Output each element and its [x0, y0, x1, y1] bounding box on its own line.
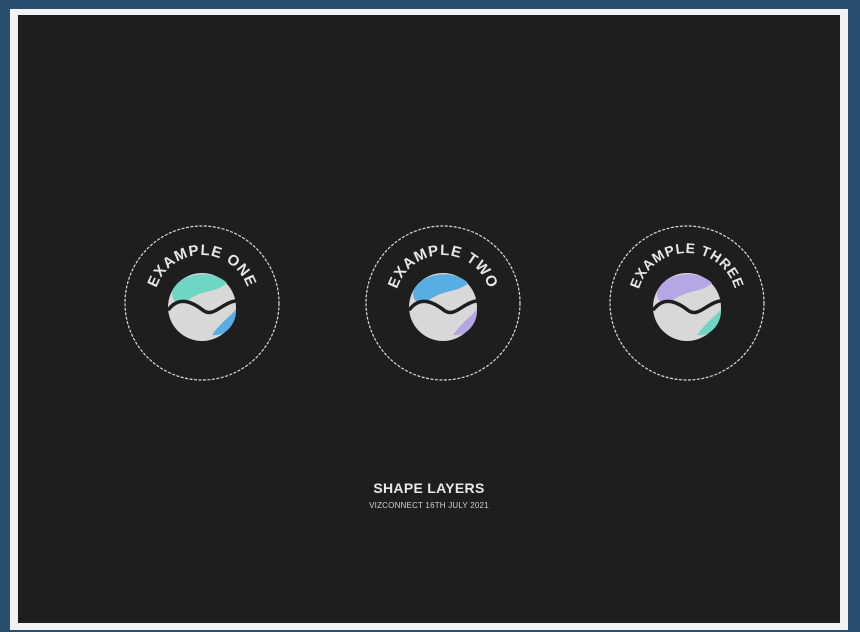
ball-icon [652, 273, 722, 341]
badge-example-three: EXAMPLE THREE [607, 223, 767, 383]
slide-title: SHAPE LAYERS [373, 480, 485, 496]
badge-example-two-graphic: EXAMPLE TWO [365, 225, 521, 381]
badge-example-two: EXAMPLE TWO [363, 223, 523, 383]
ball-icon [167, 273, 237, 341]
ball-icon [408, 273, 478, 341]
badge-example-one-graphic: EXAMPLE ONE [124, 225, 280, 381]
slide-frame: EXAMPLE ONE EXAMPLE TWO EXAMPLE THREE SH… [10, 9, 848, 630]
badge-example-one: EXAMPLE ONE [122, 223, 282, 383]
badge-example-three-graphic: EXAMPLE THREE [609, 225, 765, 381]
slide-canvas: EXAMPLE ONE EXAMPLE TWO EXAMPLE THREE SH… [18, 15, 840, 623]
slide-subtitle: VIZCONNECT 16TH JULY 2021 [369, 501, 489, 510]
